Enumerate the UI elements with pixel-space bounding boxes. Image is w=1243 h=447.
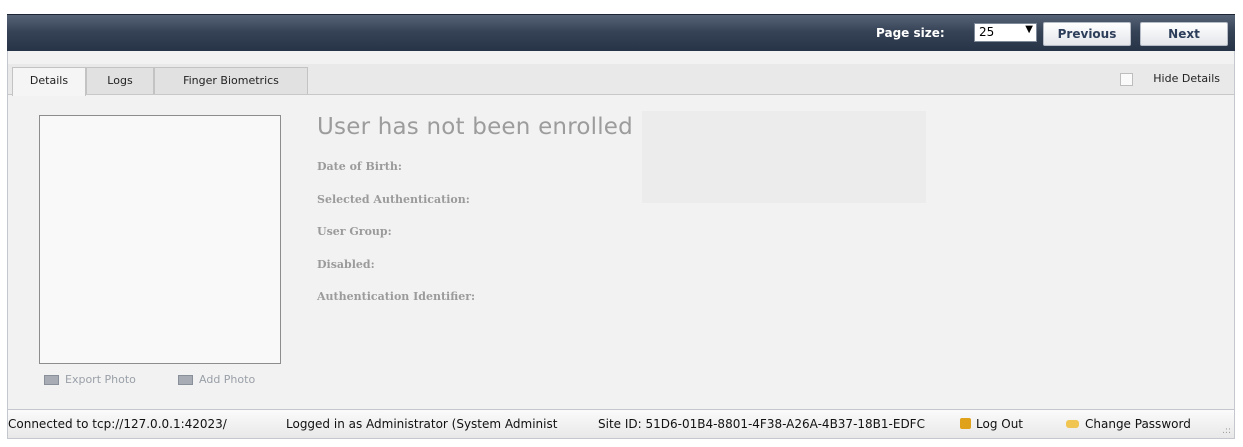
status-bar: Connected to tcp://127.0.0.1:42023/ Logg…	[7, 409, 1235, 439]
tab-finger-biometrics[interactable]: Finger Biometrics	[154, 67, 308, 94]
export-photo-button[interactable]: Export Photo	[44, 373, 136, 386]
lock-icon	[960, 418, 971, 429]
add-photo-button[interactable]: Add Photo	[178, 373, 255, 386]
export-photo-label: Export Photo	[65, 373, 136, 386]
next-button[interactable]: Next	[1140, 22, 1228, 46]
resize-grip-icon[interactable]: .::	[1222, 426, 1231, 436]
tab-strip: Details Logs Finger Biometrics Hide Deta…	[8, 64, 1234, 96]
login-status: Logged in as Administrator (System Admin…	[286, 417, 558, 431]
placeholder-area	[642, 111, 926, 203]
connection-status: Connected to tcp://127.0.0.1:42023/	[8, 417, 227, 431]
field-user-group: User Group:	[317, 225, 392, 238]
log-out-link[interactable]: Log Out	[960, 417, 1023, 431]
user-photo-frame	[39, 115, 281, 364]
field-date-of-birth: Date of Birth:	[317, 160, 402, 173]
hide-details-toggle[interactable]: Hide Details	[1120, 72, 1220, 86]
previous-button[interactable]: Previous	[1043, 22, 1131, 46]
page-size-select[interactable]: 25 ▼	[974, 23, 1037, 42]
export-photo-icon	[44, 375, 59, 385]
log-out-label: Log Out	[976, 417, 1024, 431]
change-password-link[interactable]: Change Password	[1066, 417, 1191, 431]
top-toolbar: Page size: 25 ▼ Previous Next	[7, 14, 1235, 52]
site-id: Site ID: 51D6-01B4-8801-4F38-A26A-4B37-1…	[598, 417, 925, 431]
tab-details[interactable]: Details	[12, 67, 86, 96]
field-authentication-identifier: Authentication Identifier:	[317, 290, 476, 303]
key-icon	[1066, 420, 1079, 428]
tab-logs[interactable]: Logs	[86, 67, 154, 94]
enrollment-status-heading: User has not been enrolled	[317, 114, 633, 140]
hide-details-label: Hide Details	[1153, 72, 1220, 85]
details-panel: Details Logs Finger Biometrics Hide Deta…	[7, 51, 1235, 409]
hide-details-checkbox[interactable]	[1120, 72, 1134, 86]
field-disabled: Disabled:	[317, 258, 375, 271]
add-photo-label: Add Photo	[199, 373, 256, 386]
add-photo-icon	[178, 375, 193, 385]
page-size-value: 25	[979, 25, 995, 39]
dropdown-arrow-icon: ▼	[1025, 24, 1033, 35]
field-selected-authentication: Selected Authentication:	[317, 193, 470, 206]
change-password-label: Change Password	[1085, 417, 1191, 431]
page-size-label: Page size:	[876, 26, 945, 40]
app-window: Page size: 25 ▼ Previous Next Details Lo…	[0, 0, 1243, 447]
